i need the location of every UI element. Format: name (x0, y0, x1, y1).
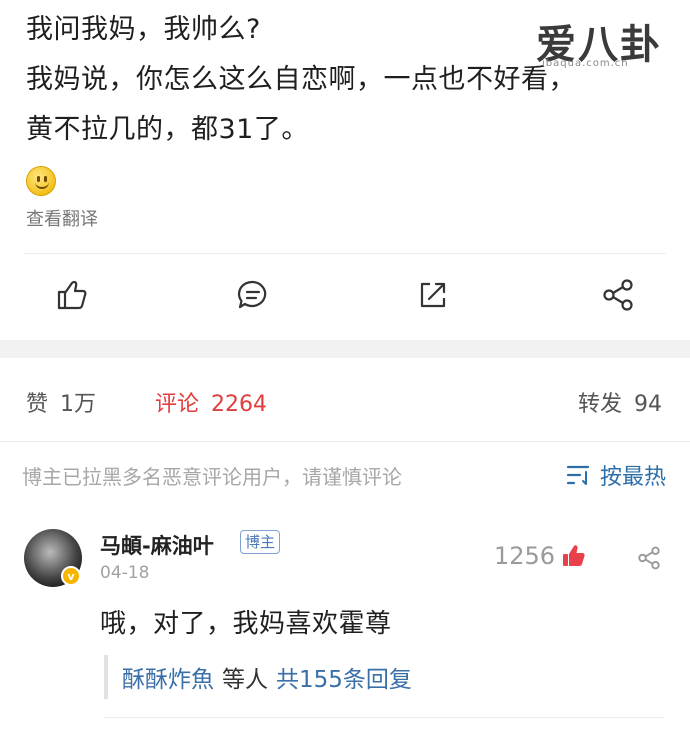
repost-icon (420, 282, 446, 308)
reposts-tab-label: 转发 (577, 392, 622, 417)
likes-tab[interactable]: 赞 1万 (26, 386, 96, 418)
reply-middle-text: 等人 (222, 667, 268, 693)
watermark-url: ibaqua.com.cn (542, 58, 629, 69)
reply-preview[interactable]: 酥酥炸魚 等人 共155条回复 (104, 655, 664, 699)
reposts-count: 94 (634, 392, 662, 417)
thumb-up-icon (57, 280, 87, 310)
sort-label: 按最热 (599, 465, 666, 490)
avatar[interactable]: v (24, 529, 82, 587)
comment-date: 04-18 (100, 563, 150, 583)
comments-tab[interactable]: 评论 2264 (155, 386, 267, 418)
post-card: 我问我妈，我帅么? 我妈说，你怎么这么自恋啊，一点也不好看， 黄不拉几的，都31… (0, 0, 690, 340)
thumb-up-filled-icon (563, 545, 585, 566)
sort-icon (566, 465, 590, 485)
comment-button[interactable] (233, 275, 273, 315)
comments-tab-label: 评论 (155, 392, 200, 417)
sort-hot-button[interactable]: 按最热 (566, 459, 666, 491)
divider (104, 717, 664, 718)
comment-username[interactable]: 马頔-麻油叶 (100, 530, 214, 560)
comments-count: 2264 (211, 392, 268, 417)
section-gap (0, 340, 690, 358)
stats-bar: 赞 1万 评论 2264 转发 94 (0, 358, 690, 442)
like-button[interactable] (51, 275, 91, 315)
blocked-users-notice: 博主已拉黑多名恶意评论用户，请谨慎评论 (22, 465, 402, 489)
post-text-line-2: 我妈说，你怎么这么自恋啊，一点也不好看， (26, 64, 576, 95)
reply-user-link[interactable]: 酥酥炸魚 (122, 667, 214, 693)
comment-like-count: 1256 (494, 542, 556, 570)
repost-button[interactable] (413, 275, 453, 315)
post-text-line-3: 黄不拉几的，都31了。 (26, 114, 309, 145)
smiley-emoji-icon (26, 166, 56, 196)
share-icon (603, 279, 633, 311)
comment-text: 哦，对了，我妈喜欢霍尊 (100, 609, 392, 639)
comment-notice-row: 博主已拉黑多名恶意评论用户，请谨慎评论 按最热 (0, 443, 690, 505)
blogger-tag: 博主 (240, 530, 281, 554)
likes-count: 1万 (60, 392, 97, 417)
comment-icon (237, 280, 267, 309)
comment-item: v 马頔-麻油叶 博主 04-18 1256 哦，对了，我妈喜欢霍尊 酥酥炸魚等… (0, 505, 690, 736)
share-icon (638, 546, 660, 570)
comment-like-button[interactable]: 1256 (494, 542, 587, 570)
verified-badge-icon: v (61, 566, 81, 586)
translate-link[interactable]: 查看翻译 (26, 205, 98, 231)
comment-share-button[interactable] (636, 545, 662, 575)
post-text-line-1: 我问我妈，我帅么? (26, 14, 261, 45)
reply-count-link[interactable]: 共155条回复 (276, 667, 412, 693)
reposts-tab[interactable]: 转发 94 (578, 386, 662, 418)
share-button[interactable] (598, 275, 638, 315)
reply-summary: 酥酥炸魚 等人 共155条回复 (122, 660, 412, 694)
likes-tab-label: 赞 (26, 392, 49, 417)
watermark-logo: 爱八卦 ibaqua.com.cn (536, 12, 666, 72)
divider (24, 253, 666, 254)
